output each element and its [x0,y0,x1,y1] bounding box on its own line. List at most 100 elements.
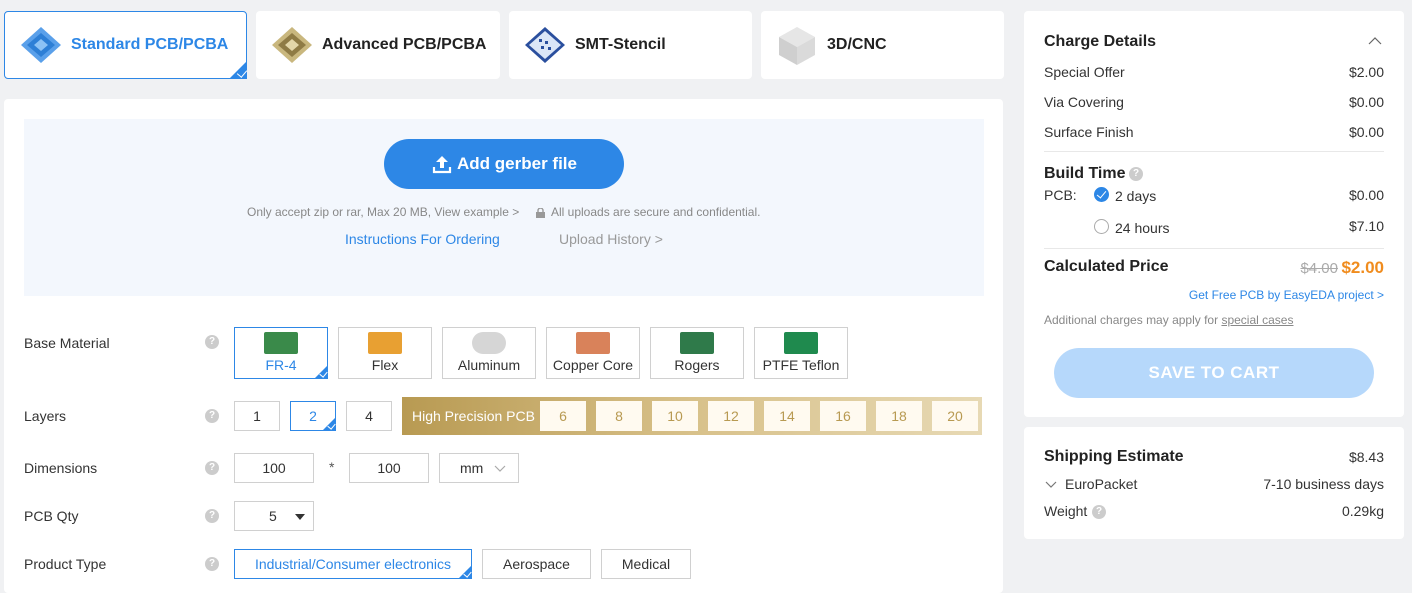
hp-layer-option-14[interactable]: 14 [764,401,810,431]
shipping-price: $8.43 [1348,449,1384,465]
special-cases-link[interactable]: special cases [1221,313,1293,327]
material-ptfe-option[interactable]: PTFE Teflon [754,327,848,379]
help-icon[interactable]: ? [205,409,219,423]
build-option-label: 24 hours [1115,220,1170,236]
save-to-cart-button[interactable]: SAVE TO CART [1054,348,1374,398]
add-gerber-label: Add gerber file [457,154,577,173]
material-aluminum-option[interactable]: Aluminum [442,327,536,379]
material-option-label: Flex [371,357,399,373]
pcb-qty-select[interactable]: 5 [234,501,314,531]
help-icon[interactable]: ? [205,557,219,571]
high-precision-label: High Precision PCB [412,408,535,424]
pcb-qty-label: PCB Qty [24,508,79,524]
save-to-cart-label: SAVE TO CART [1148,363,1280,382]
base-material-label: Base Material [24,335,110,351]
hp-layer-option-6[interactable]: 6 [540,401,586,431]
chevron-up-icon[interactable] [1368,37,1382,45]
tab-standard-pcb[interactable]: Standard PCB/PCBA [4,11,247,79]
weight-label: Weight [1044,503,1088,519]
tab-3d-cnc-label: 3D/CNC [827,36,887,53]
lock-icon [536,205,545,218]
easyeda-link[interactable]: Get Free PCB by EasyEDA project > [1189,288,1384,302]
product-type-industrial-option[interactable]: Industrial/Consumer electronics [234,549,472,579]
layer-option-label: 2 [309,408,317,424]
charge-details-panel: Charge Details Special Offer $2.00 Via C… [1024,11,1404,417]
caret-down-icon [295,514,305,520]
pcb-config-panel: Add gerber file Only accept zip or rar, … [4,99,1003,593]
upload-history-link[interactable]: Upload History > [559,231,663,247]
hp-layer-option-16[interactable]: 16 [820,401,866,431]
3d-cnc-icon [773,23,821,67]
material-option-label: Aluminum [457,357,521,373]
dimension-width-input[interactable]: 100 [234,453,314,483]
material-fr4-option[interactable]: FR-4 [234,327,328,379]
layer-option-4[interactable]: 4 [346,401,392,431]
hp-layer-label: 10 [667,408,683,424]
gerber-upload-area[interactable]: Add gerber file Only accept zip or rar, … [24,119,984,296]
layer-option-2[interactable]: 2 [290,401,336,431]
unit-select[interactable]: mm [439,453,519,483]
unit-select-value: mm [460,460,484,476]
product-type-option-label: Industrial/Consumer electronics [254,556,452,572]
hp-layer-option-8[interactable]: 8 [596,401,642,431]
build-24hours-radio[interactable] [1094,219,1109,234]
shipping-method[interactable]: EuroPacket [1065,476,1137,492]
material-flex-option[interactable]: Flex [338,327,432,379]
aluminum-board-icon [472,332,506,354]
instructions-link[interactable]: Instructions For Ordering [345,231,500,247]
dimension-height-input[interactable]: 100 [349,453,429,483]
help-icon[interactable]: ? [205,335,219,349]
divider [1044,151,1384,152]
tab-advanced-pcb[interactable]: Advanced PCB/PCBA [256,11,500,79]
calculated-price-label: Calculated Price [1044,258,1169,275]
charge-item-label: Via Covering [1044,94,1124,110]
dimension-height-value: 100 [377,460,401,476]
hp-layer-option-12[interactable]: 12 [708,401,754,431]
rogers-board-icon [680,332,714,354]
selected-check-icon [458,565,472,579]
help-icon[interactable]: ? [1092,505,1106,519]
material-rogers-option[interactable]: Rogers [650,327,744,379]
charge-item-value: $0.00 [1348,94,1384,110]
help-icon[interactable]: ? [205,461,219,475]
upload-icon [432,156,452,174]
layers-label: Layers [24,408,67,424]
shipping-days: 7-10 business days [1263,476,1384,492]
selected-check-icon [314,365,328,379]
chevron-down-icon[interactable] [1045,481,1057,488]
pcb-qty-value: 5 [269,508,277,524]
tab-smt-stencil[interactable]: SMT-Stencil [509,11,752,79]
shipping-estimate-panel: Shipping Estimate $8.43 EuroPacket 7-10 … [1024,427,1404,539]
accept-note[interactable]: Only accept zip or rar, Max 20 MB, View … [247,205,519,219]
additional-charges-note: Additional charges may apply for special… [1044,313,1293,327]
charge-item-label: Surface Finish [1044,124,1134,140]
product-type-label: Product Type [24,556,107,572]
material-option-label: Copper Core [552,357,634,373]
charge-item-label: Special Offer [1044,64,1125,80]
dimension-width-value: 100 [262,460,286,476]
help-icon[interactable]: ? [205,509,219,523]
hp-layer-label: 8 [615,408,623,424]
product-type-aerospace-option[interactable]: Aerospace [482,549,591,579]
hp-layer-option-10[interactable]: 10 [652,401,698,431]
additional-charges-text: Additional charges may apply for [1044,313,1219,327]
hp-layer-label: 16 [835,408,851,424]
charge-item-value: $0.00 [1348,124,1384,140]
product-type-medical-option[interactable]: Medical [601,549,691,579]
build-2days-radio[interactable] [1094,187,1109,202]
material-copper-core-option[interactable]: Copper Core [546,327,640,379]
build-time-pcb-label: PCB: [1044,187,1077,203]
help-icon[interactable]: ? [1129,167,1143,181]
fr4-board-icon [264,332,298,354]
smt-stencil-icon [521,23,569,67]
dimensions-label: Dimensions [24,460,98,476]
hp-layer-option-18[interactable]: 18 [876,401,922,431]
hp-layer-label: 18 [891,408,907,424]
weight-value: 0.29kg [1341,503,1384,519]
add-gerber-button[interactable]: Add gerber file [384,139,624,189]
charge-details-title: Charge Details [1044,33,1157,50]
layer-option-1[interactable]: 1 [234,401,280,431]
tab-3d-cnc[interactable]: 3D/CNC [761,11,1004,79]
hp-layer-label: 20 [947,408,963,424]
hp-layer-option-20[interactable]: 20 [932,401,978,431]
